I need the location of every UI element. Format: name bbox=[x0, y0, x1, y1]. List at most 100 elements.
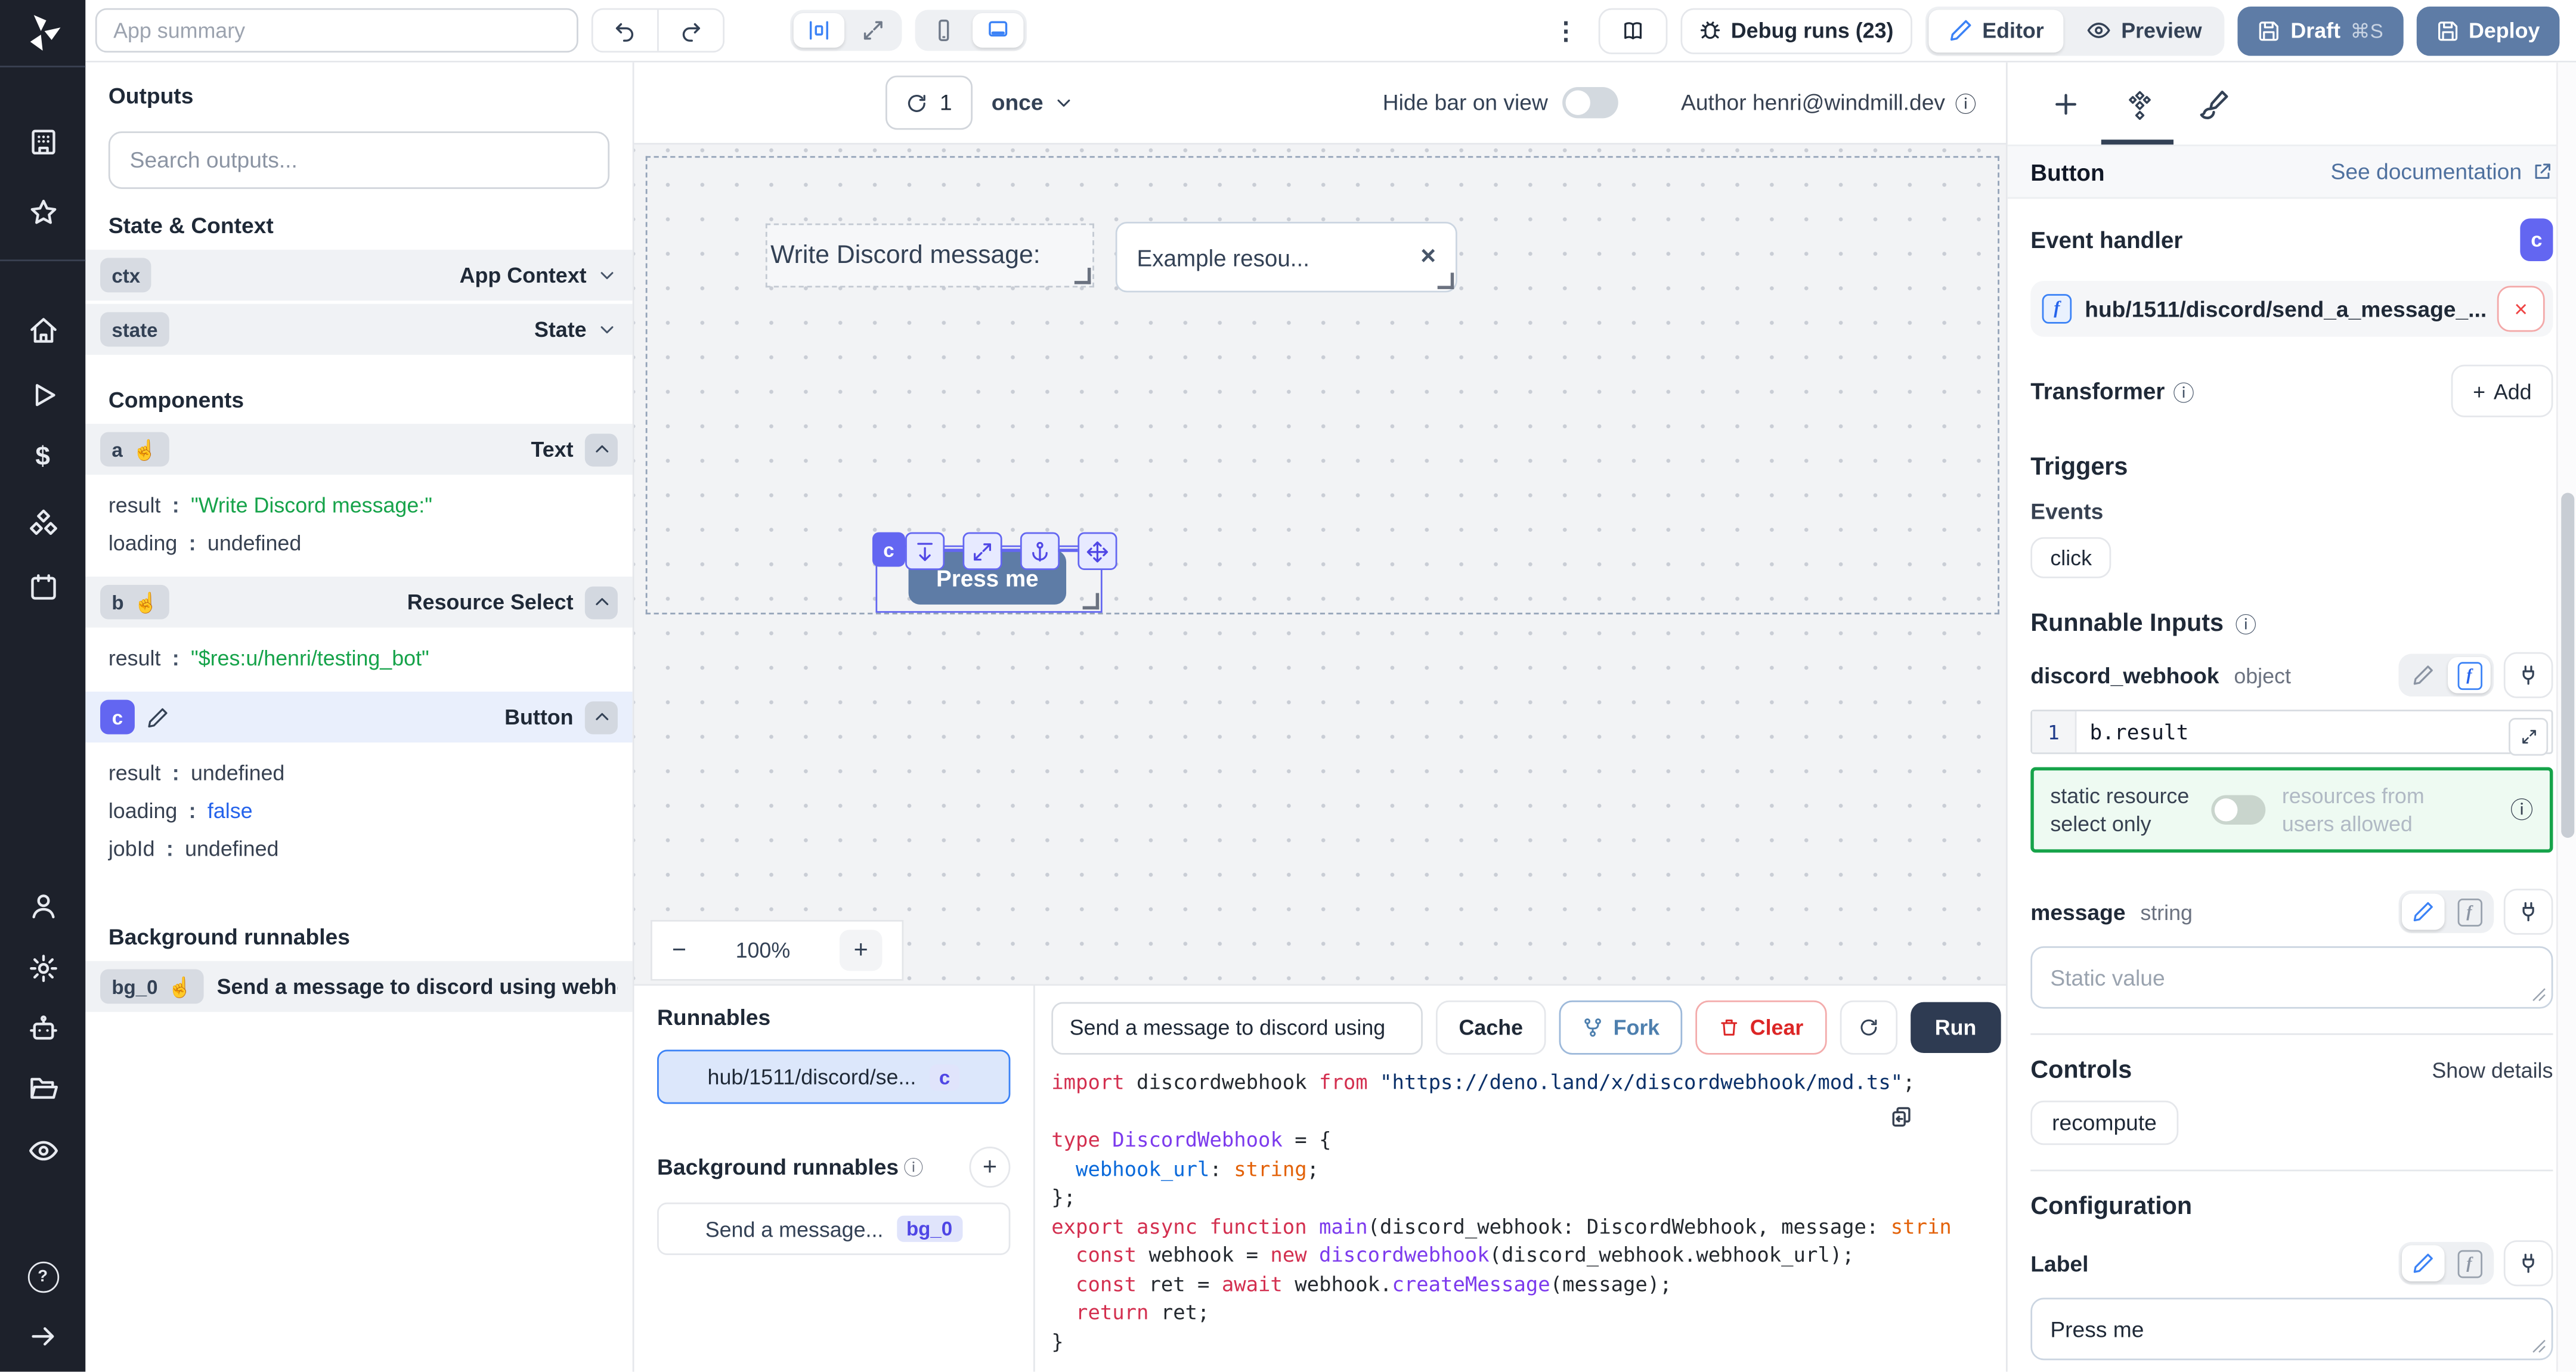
recompute-chip[interactable]: recompute bbox=[2030, 1101, 2178, 1145]
copy-code-icon[interactable] bbox=[1889, 1105, 1914, 1130]
info-icon[interactable]: ⓘ bbox=[2510, 794, 2534, 826]
resource-mode-toggle[interactable] bbox=[2211, 795, 2265, 825]
redo-button[interactable] bbox=[657, 10, 723, 51]
variables-dollar-icon[interactable]: $ bbox=[0, 437, 85, 480]
add-background-runnable-button[interactable]: + bbox=[970, 1147, 1011, 1188]
expression-value[interactable]: b.result bbox=[2076, 711, 2509, 752]
event-handler-runnable[interactable]: f hub/1511/discord/send_a_message_... × bbox=[2030, 281, 2553, 337]
resources-cubes-icon[interactable] bbox=[0, 501, 85, 544]
workers-robot-icon[interactable] bbox=[0, 1007, 85, 1050]
expression-mode-icon[interactable]: f bbox=[2448, 657, 2491, 693]
component-row-a[interactable]: a☝ Text bbox=[85, 424, 632, 475]
collapse-chevron-up[interactable] bbox=[585, 701, 618, 733]
textarea-resize-icon[interactable] bbox=[2532, 1339, 2547, 1354]
scrollbar-thumb[interactable] bbox=[2561, 493, 2574, 838]
label-value-input[interactable]: Press me bbox=[2030, 1298, 2553, 1361]
preview-tab[interactable]: Preview bbox=[2067, 9, 2221, 52]
collapse-chevron-up[interactable] bbox=[585, 433, 618, 466]
resize-handle[interactable] bbox=[1438, 272, 1454, 289]
home-icon[interactable] bbox=[0, 309, 85, 352]
output-row-ctx[interactable]: ctx App Context bbox=[85, 250, 632, 301]
add-transformer-button[interactable]: +Add bbox=[2451, 365, 2553, 417]
favorites-star-icon[interactable] bbox=[0, 191, 85, 234]
run-button[interactable]: Run bbox=[1910, 1002, 2001, 1053]
draft-save-button[interactable]: Draft ⌘S bbox=[2238, 6, 2403, 55]
resize-handle[interactable] bbox=[1075, 268, 1091, 284]
zoom-in-button[interactable]: + bbox=[840, 930, 883, 971]
remove-handler-button[interactable]: × bbox=[2497, 286, 2545, 332]
dock-bottom-icon[interactable] bbox=[905, 532, 945, 570]
background-runnable-item[interactable]: Send a message... bg_0 bbox=[657, 1203, 1010, 1255]
connect-plug-icon[interactable] bbox=[2504, 652, 2553, 698]
static-edit-pencil-icon[interactable] bbox=[2402, 657, 2445, 693]
clear-selection-icon[interactable]: × bbox=[1420, 242, 1436, 272]
hide-bar-toggle[interactable] bbox=[1563, 87, 1619, 118]
insert-component-tab-plus-icon[interactable] bbox=[2050, 88, 2081, 119]
settings-gear-icon[interactable] bbox=[0, 946, 85, 989]
user-icon[interactable] bbox=[0, 884, 85, 927]
runs-play-icon[interactable] bbox=[0, 373, 85, 416]
windmill-logo[interactable] bbox=[0, 11, 85, 54]
static-edit-pencil-icon[interactable] bbox=[2402, 894, 2445, 930]
static-edit-pencil-icon[interactable] bbox=[2402, 1245, 2445, 1281]
output-row-state[interactable]: state State bbox=[85, 304, 632, 355]
chevron-down-icon[interactable] bbox=[596, 318, 618, 340]
deploy-button[interactable]: Deploy bbox=[2416, 6, 2560, 55]
code-editor[interactable]: import discordwebhook from "https://deno… bbox=[1051, 1070, 1983, 1372]
resource-select-component[interactable]: Example resou... × bbox=[1116, 222, 1457, 292]
connect-plug-icon[interactable] bbox=[2504, 1240, 2553, 1286]
more-options-kebab-icon[interactable]: ⋮ bbox=[1547, 16, 1584, 45]
reload-code-button[interactable] bbox=[1840, 1001, 1897, 1055]
component-settings-tab-icon[interactable] bbox=[2124, 88, 2155, 119]
help-icon[interactable]: ? bbox=[0, 1255, 85, 1298]
audit-eye-icon[interactable] bbox=[0, 1129, 85, 1172]
zoom-out-button[interactable]: − bbox=[672, 936, 686, 964]
inspector-scrollbar[interactable] bbox=[2556, 63, 2576, 1372]
background-runnable-row[interactable]: bg_0☝ Send a message to discord using we… bbox=[85, 961, 632, 1012]
debug-runs-button[interactable]: Debug runs (23) bbox=[1680, 7, 1911, 53]
expression-mode-icon[interactable]: f bbox=[2448, 1245, 2491, 1281]
centered-layout-button[interactable] bbox=[794, 13, 844, 48]
message-static-value-input[interactable]: Static value bbox=[2030, 946, 2553, 1009]
expand-expression-icon[interactable] bbox=[2509, 718, 2548, 755]
clear-button[interactable]: Clear bbox=[1696, 1001, 1826, 1055]
fullscreen-layout-button[interactable] bbox=[848, 13, 899, 48]
runnable-name-input[interactable] bbox=[1051, 1001, 1423, 1054]
undo-button[interactable] bbox=[593, 10, 657, 51]
component-row-b[interactable]: b☝ Resource Select bbox=[85, 577, 632, 627]
expression-mode-icon[interactable]: f bbox=[2448, 894, 2491, 930]
styling-brush-tab-icon[interactable] bbox=[2198, 88, 2229, 119]
expand-component-icon[interactable] bbox=[962, 532, 1002, 570]
refresh-mode-dropdown[interactable]: once bbox=[992, 91, 1075, 115]
workspace-icon[interactable] bbox=[0, 120, 85, 163]
app-summary-input[interactable] bbox=[95, 8, 578, 52]
text-component[interactable]: Write Discord message: bbox=[767, 225, 1093, 286]
connect-plug-icon[interactable] bbox=[2504, 889, 2553, 935]
info-icon[interactable]: ⓘ bbox=[1955, 87, 1977, 118]
cache-button[interactable]: Cache bbox=[1436, 1001, 1546, 1055]
resize-handle[interactable] bbox=[1083, 593, 1100, 610]
textarea-resize-icon[interactable] bbox=[2532, 987, 2547, 1002]
anchor-icon[interactable] bbox=[1020, 532, 1060, 570]
button-component-selection[interactable]: c Press me bbox=[875, 546, 1102, 613]
mobile-view-button[interactable] bbox=[918, 13, 969, 48]
docs-book-button[interactable] bbox=[1598, 7, 1667, 53]
schedules-calendar-icon[interactable] bbox=[0, 565, 85, 608]
show-details-link[interactable]: Show details bbox=[2432, 1058, 2553, 1082]
collapse-chevron-up[interactable] bbox=[585, 586, 618, 618]
desktop-view-button[interactable] bbox=[973, 13, 1023, 48]
selected-runnable-item[interactable]: hub/1511/discord/se... c bbox=[657, 1050, 1010, 1104]
move-icon[interactable] bbox=[1078, 532, 1117, 570]
outputs-search-input[interactable] bbox=[126, 146, 592, 174]
see-documentation-link[interactable]: See documentation bbox=[2331, 159, 2553, 184]
folders-icon[interactable] bbox=[0, 1066, 85, 1109]
fork-button[interactable]: Fork bbox=[1559, 1001, 1683, 1055]
discord-webhook-expression[interactable]: 1 b.result bbox=[2030, 710, 2553, 754]
click-event-chip[interactable]: click bbox=[2030, 537, 2111, 578]
refresh-count-button[interactable]: 1 bbox=[886, 76, 972, 130]
editor-tab[interactable]: Editor bbox=[1928, 9, 2063, 52]
app-canvas[interactable]: Write Discord message: Example resou... … bbox=[634, 144, 2006, 984]
expand-sidebar-arrow-icon[interactable] bbox=[0, 1314, 85, 1357]
chevron-down-icon[interactable] bbox=[596, 265, 618, 286]
component-row-c-selected[interactable]: c Button bbox=[85, 692, 632, 742]
